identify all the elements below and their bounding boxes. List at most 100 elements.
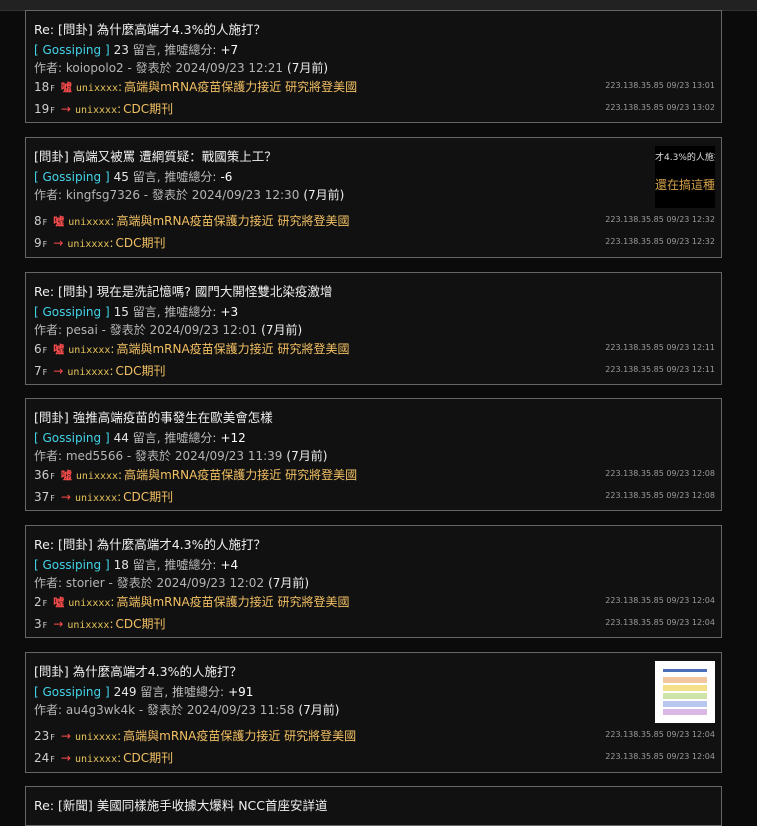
post-thumbnail[interactable] bbox=[655, 661, 715, 723]
comment-count: 44 bbox=[113, 431, 129, 445]
comment-row: 18F 噓 unixxxx: 高端與mRNA疫苗保護力接近 研究將登美國 223.138… bbox=[34, 80, 715, 94]
comment-user[interactable]: unixxxx bbox=[76, 471, 118, 482]
post-card[interactable]: Re: [新聞] 美國同樣施手收據大爆料 NCC首座安詳道 bbox=[25, 786, 722, 826]
comment-user[interactable]: unixxxx bbox=[75, 105, 117, 116]
board-tag[interactable]: [ Gossiping ] bbox=[34, 558, 110, 572]
comment-row: 7F → unixxxx: CDC期刊 223.138.35.85 09/23 12:1… bbox=[34, 364, 715, 378]
comment-ip-time: 223.138.35.85 09/23 12:08 bbox=[605, 469, 715, 478]
author-info: 作者: storier - 發表於 2024/09/23 12:02 bbox=[34, 576, 265, 590]
floor-number: 23F bbox=[34, 729, 55, 743]
comment-user[interactable]: unixxxx bbox=[75, 493, 117, 504]
board-tag[interactable]: [ Gossiping ] bbox=[34, 43, 110, 57]
post-title[interactable]: Re: [問卦] 為什麼高端才4.3%的人施打？ bbox=[34, 534, 266, 553]
board-tag[interactable]: [ Gossiping ] bbox=[34, 431, 110, 445]
comment-row: 6F 噓 unixxxx: 高端與mRNA疫苗保護力接近 研究將登美國 223.138.… bbox=[34, 342, 715, 356]
thumbnail-text: 還在搞這種 bbox=[655, 178, 715, 192]
post-title[interactable]: Re: [問卦] 為什麼高端才4.3%的人施打？ bbox=[34, 19, 266, 38]
author-line: 作者: med5566 - 發表於 2024/09/23 11:39 (7月前) bbox=[34, 447, 327, 464]
comment-user[interactable]: unixxxx bbox=[67, 367, 109, 378]
comment-ip-time: 223.138.35.85 09/23 12:04 bbox=[605, 730, 715, 739]
post-card[interactable]: Re: [問卦] 現在是洗記憶嗎? 國門大開怪雙北染疫激增 [ Gossipin… bbox=[25, 272, 722, 385]
post-card[interactable]: Re: [問卦] 為什麼高端才4.3%的人施打？ [ Gossiping ] 23… bbox=[25, 10, 722, 123]
author-line: 作者: au4g3wk4k - 發表於 2024/09/23 11:58 (7月前… bbox=[34, 701, 339, 718]
comment-row: 23F → unixxxx: 高端與mRNA疫苗保護力接近 研究將登美國 223.138… bbox=[34, 729, 715, 743]
post-card[interactable]: [問卦] 強推高端疫苗的事發生在歐美會怎樣 [ Gossiping ] 44 留言… bbox=[25, 398, 722, 511]
board-tag[interactable]: [ Gossiping ] bbox=[34, 170, 110, 184]
comment-ip-time: 223.138.35.85 09/23 12:04 bbox=[605, 596, 715, 605]
relative-time: (7月前) bbox=[261, 323, 303, 337]
comment-user[interactable]: unixxxx bbox=[75, 754, 117, 765]
comment-ip-time: 223.138.35.85 09/23 12:11 bbox=[605, 365, 715, 374]
comment-user[interactable]: unixxxx bbox=[76, 83, 118, 94]
push-score: +7 bbox=[220, 43, 239, 57]
floor-number: 3F bbox=[34, 617, 48, 631]
push-score: +91 bbox=[228, 685, 254, 699]
comment-row: 2F 噓 unixxxx: 高端與mRNA疫苗保護力接近 研究將登美國 223.138.… bbox=[34, 595, 715, 609]
comment-text: 高端與mRNA疫苗保護力接近 研究將登美國 bbox=[124, 468, 358, 482]
floor-number: 18F bbox=[34, 80, 55, 94]
comment-text: 高端與mRNA疫苗保護力接近 研究將登美國 bbox=[116, 595, 350, 609]
post-meta: [ Gossiping ] 18 留言, 推噓總分: +4 bbox=[34, 556, 238, 573]
comment-label: 留言, 推噓總分: bbox=[132, 43, 217, 57]
comment-text: CDC期刊 bbox=[115, 364, 166, 378]
post-thumbnail[interactable]: 才4.3%的人施打還在搞這種 bbox=[655, 146, 715, 208]
relative-time: (7月前) bbox=[298, 703, 340, 717]
floor-number: 7F bbox=[34, 364, 48, 378]
author-line: 作者: pesai - 發表於 2024/09/23 12:01 (7月前) bbox=[34, 321, 302, 338]
comment-count: 249 bbox=[113, 685, 137, 699]
comment-user[interactable]: unixxxx bbox=[68, 598, 110, 609]
arrow-icon: → bbox=[53, 236, 64, 250]
comment-ip-time: 223.138.35.85 09/23 13:02 bbox=[605, 103, 715, 112]
push-score: +3 bbox=[220, 305, 239, 319]
comment-row: 24F → unixxxx: CDC期刊 223.138.35.85 09/23 12:… bbox=[34, 751, 715, 765]
comment-text: 高端與mRNA疫苗保護力接近 研究將登美國 bbox=[123, 729, 357, 743]
comment-text: 高端與mRNA疫苗保護力接近 研究將登美國 bbox=[124, 80, 358, 94]
comment-count: 18 bbox=[113, 558, 129, 572]
arrow-icon: → bbox=[60, 490, 71, 504]
comment-text: CDC期刊 bbox=[123, 490, 174, 504]
post-title[interactable]: [問卦] 為什麼高端才4.3%的人施打？ bbox=[34, 661, 242, 680]
comment-label: 留言, 推噓總分: bbox=[132, 305, 217, 319]
comment-user[interactable]: unixxxx bbox=[67, 239, 109, 250]
comment-user[interactable]: unixxxx bbox=[68, 345, 110, 356]
comment-row: 9F → unixxxx: CDC期刊 223.138.35.85 09/23 12:3… bbox=[34, 236, 715, 250]
comment-count: 23 bbox=[113, 43, 129, 57]
board-tag[interactable]: [ Gossiping ] bbox=[34, 685, 110, 699]
post-meta: [ Gossiping ] 15 留言, 推噓總分: +3 bbox=[34, 303, 238, 320]
author-info: 作者: med5566 - 發表於 2024/09/23 11:39 bbox=[34, 449, 283, 463]
comment-ip-time: 223.138.35.85 09/23 12:11 bbox=[605, 343, 715, 352]
post-title[interactable]: Re: [新聞] 美國同樣施手收據大爆料 NCC首座安詳道 bbox=[34, 795, 328, 814]
comment-ip-time: 223.138.35.85 09/23 12:04 bbox=[605, 618, 715, 627]
boo-icon: 噓 bbox=[53, 215, 65, 228]
comment-label: 留言, 推噓總分: bbox=[132, 170, 217, 184]
comment-ip-time: 223.138.35.85 09/23 12:32 bbox=[605, 237, 715, 246]
post-card[interactable]: Re: [問卦] 為什麼高端才4.3%的人施打？ [ Gossiping ] 18… bbox=[25, 525, 722, 638]
board-tag[interactable]: [ Gossiping ] bbox=[34, 305, 110, 319]
author-line: 作者: storier - 發表於 2024/09/23 12:02 (7月前) bbox=[34, 574, 309, 591]
post-meta: [ Gossiping ] 249 留言, 推噓總分: +91 bbox=[34, 683, 253, 700]
comment-label: 留言, 推噓總分: bbox=[132, 558, 217, 572]
comment-row: 37F → unixxxx: CDC期刊 223.138.35.85 09/23 12:… bbox=[34, 490, 715, 504]
comment-text: CDC期刊 bbox=[115, 617, 166, 631]
arrow-icon: → bbox=[53, 617, 64, 631]
comment-user[interactable]: unixxxx bbox=[68, 217, 110, 228]
push-score: +4 bbox=[220, 558, 239, 572]
floor-number: 6F bbox=[34, 342, 48, 356]
author-info: 作者: au4g3wk4k - 發表於 2024/09/23 11:58 bbox=[34, 703, 295, 717]
floor-number: 24F bbox=[34, 751, 55, 765]
comment-ip-time: 223.138.35.85 09/23 12:04 bbox=[605, 752, 715, 761]
comment-user[interactable]: unixxxx bbox=[67, 620, 109, 631]
comment-ip-time: 223.138.35.85 09/23 13:01 bbox=[605, 81, 715, 90]
post-title[interactable]: [問卦] 強推高端疫苗的事發生在歐美會怎樣 bbox=[34, 407, 273, 426]
post-card[interactable]: [問卦] 為什麼高端才4.3%的人施打？ [ Gossiping ] 249 留言… bbox=[25, 652, 722, 773]
post-title[interactable]: Re: [問卦] 現在是洗記憶嗎? 國門大開怪雙北染疫激增 bbox=[34, 281, 332, 300]
comment-row: 36F 噓 unixxxx: 高端與mRNA疫苗保護力接近 研究將登美國 223.138… bbox=[34, 468, 715, 482]
post-title[interactable]: [問卦] 高端又被罵 遭網質疑：戰國策上工？ bbox=[34, 146, 277, 165]
comment-row: 3F → unixxxx: CDC期刊 223.138.35.85 09/23 12:0… bbox=[34, 617, 715, 631]
comment-user[interactable]: unixxxx bbox=[75, 732, 117, 743]
post-meta: [ Gossiping ] 45 留言, 推噓總分: -6 bbox=[34, 168, 232, 185]
thumbnail-band bbox=[663, 669, 707, 672]
relative-time: (7月前) bbox=[287, 61, 329, 75]
comment-label: 留言, 推噓總分: bbox=[140, 685, 225, 699]
post-card[interactable]: [問卦] 高端又被罵 遭網質疑：戰國策上工？ [ Gossiping ] 45 留… bbox=[25, 137, 722, 258]
